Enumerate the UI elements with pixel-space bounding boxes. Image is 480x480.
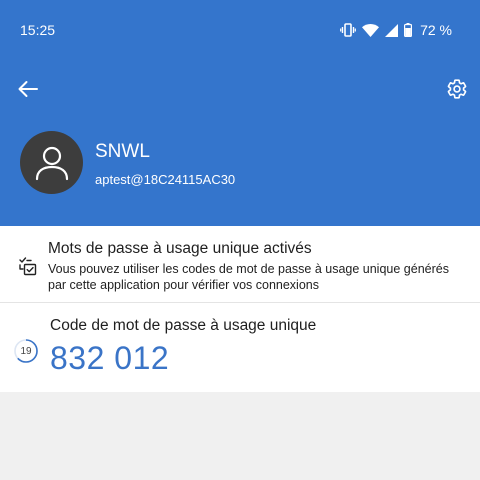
otp-code-value[interactable]: 832 012 xyxy=(50,340,169,377)
otp-code-label: Code de mot de passe à usage unique xyxy=(50,317,317,334)
settings-button[interactable] xyxy=(444,76,470,102)
gear-icon xyxy=(447,79,467,99)
wifi-icon xyxy=(362,23,380,37)
arrow-left-icon xyxy=(18,81,38,97)
app-header: 15:25 72 % SNWL aptest@18C24115AC30 xyxy=(0,0,480,226)
checklist-icon xyxy=(18,256,38,281)
person-icon xyxy=(35,146,68,180)
status-icons: 72 % xyxy=(340,22,452,38)
otp-enabled-title: Mots de passe à usage unique activés xyxy=(48,240,312,257)
status-bar: 15:25 72 % xyxy=(0,0,480,60)
otp-enabled-section: Mots de passe à usage unique activés Vou… xyxy=(0,226,480,303)
otp-timer-seconds: 19 xyxy=(20,345,32,357)
account-name: SNWL xyxy=(95,141,150,162)
vibrate-icon xyxy=(340,23,356,37)
avatar xyxy=(20,131,83,194)
back-button[interactable] xyxy=(14,76,42,102)
status-time: 15:25 xyxy=(20,22,56,38)
signal-icon xyxy=(385,23,399,37)
battery-percentage: 72 % xyxy=(420,22,452,38)
battery-icon xyxy=(404,23,413,37)
otp-enabled-description: Vous pouvez utiliser les codes de mot de… xyxy=(48,262,449,292)
otp-card: Mots de passe à usage unique activés Vou… xyxy=(0,226,480,392)
otp-timer: 19 xyxy=(13,338,39,364)
account-email: aptest@18C24115AC30 xyxy=(95,172,236,187)
otp-code-row[interactable]: Code de mot de passe à usage unique 19 8… xyxy=(0,304,480,392)
